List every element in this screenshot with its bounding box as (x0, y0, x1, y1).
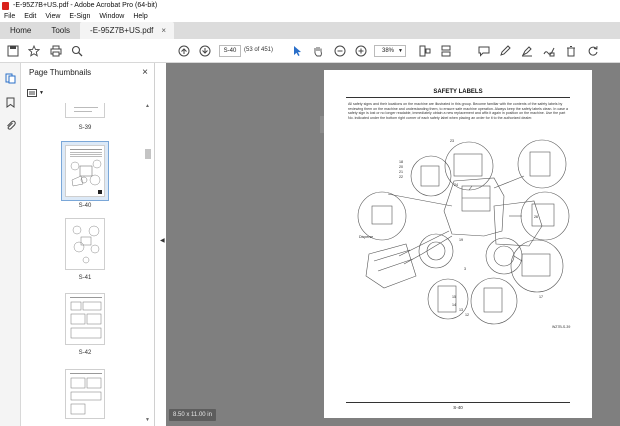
thumbnail-label: S-40 (78, 203, 92, 209)
callout-number: 20 (399, 165, 403, 169)
search-icon[interactable] (70, 44, 84, 58)
callout-number: 23 (450, 139, 454, 143)
thumbnail-s-40[interactable]: S-40 (61, 141, 109, 209)
menu-edit[interactable]: Edit (24, 13, 36, 20)
tab-bar: Home Tools -E-95Z7B+US.pdf × (0, 22, 620, 39)
safety-labels-illustration: 23 18 20 21 22 24 26 19 15 14 17 3 13 12… (357, 139, 570, 325)
scroll-down-icon[interactable]: ▼ (145, 417, 150, 423)
navigation-rail (0, 63, 21, 426)
acrobat-logo-icon (2, 1, 9, 10)
callout-number: 17 (539, 295, 543, 299)
page-size-indicator: 8.50 x 11.00 in (169, 409, 216, 421)
rotate-icon[interactable] (586, 44, 600, 58)
menu-help[interactable]: Help (133, 13, 147, 20)
thumbnail-s-39[interactable]: S-39 (65, 103, 105, 131)
document-page: SAFETY LABELS All safety signs and their… (324, 70, 592, 418)
menu-view[interactable]: View (45, 13, 60, 20)
window-title: -E-95Z7B+US.pdf - Adobe Acrobat Pro (64-… (13, 2, 158, 9)
callout-number: 24 (454, 183, 458, 187)
menu-file[interactable]: File (4, 13, 15, 20)
thumbnail-label: S-42 (78, 350, 92, 356)
illustration-label: Disperse (359, 235, 373, 239)
scroll-mode-icon[interactable] (439, 44, 453, 58)
thumbnail-scrollbar[interactable]: ▲ ▼ (145, 103, 151, 423)
callout-number: 18 (399, 160, 403, 164)
delete-icon[interactable] (564, 44, 578, 58)
zoom-out-icon[interactable] (333, 44, 347, 58)
thumbnail-page-image (65, 293, 105, 345)
highlight-icon[interactable] (520, 44, 534, 58)
callout-number: 21 (399, 170, 403, 174)
select-cursor-icon[interactable] (290, 44, 304, 58)
chevron-down-icon: ▼ (39, 89, 44, 96)
zoom-in-icon[interactable] (354, 44, 368, 58)
thumbnail-page-image (65, 103, 105, 118)
scrollbar-thumb[interactable] (145, 149, 151, 159)
callout-number: 15 (452, 295, 456, 299)
zoom-level-value: 38% (382, 48, 395, 54)
callout-number: 22 (399, 175, 403, 179)
callout-number: 26 (534, 215, 538, 219)
page-up-icon[interactable] (177, 44, 191, 58)
callout-number: 12 (465, 313, 469, 317)
page-body-text: All safety signs and their locations on … (348, 102, 568, 121)
tab-home[interactable]: Home (0, 22, 41, 39)
tab-document-label: -E-95Z7B+US.pdf (90, 26, 154, 35)
thumbnail-page-image (65, 369, 105, 419)
page-layout-icon[interactable] (418, 44, 432, 58)
page-thumbnails-panel: Page Thumbnails × ▼ ▲ ▼ S-39 S-40 S-41 S… (21, 63, 155, 426)
scroll-up-icon[interactable]: ▲ (145, 103, 150, 109)
figure-code: WZ7B-S-39 (552, 325, 571, 329)
attachments-icon[interactable] (4, 119, 17, 132)
toolbar: S-40 (53 of 451) 38% ▼ (0, 39, 620, 63)
thumbnail-page-image (65, 145, 105, 197)
callout-number: 19 (459, 238, 463, 242)
callout-number: 14 (452, 303, 456, 307)
zoom-level-input[interactable]: 38% ▼ (374, 45, 406, 57)
collapse-panel-icon[interactable]: ◀ (160, 237, 165, 244)
sign-icon[interactable] (542, 44, 556, 58)
panel-title: Page Thumbnails (29, 67, 92, 77)
pen-icon[interactable] (498, 44, 512, 58)
callout-number: 3 (464, 267, 466, 271)
menu-bar: File Edit View E-Sign Window Help (0, 11, 620, 22)
print-icon[interactable] (49, 44, 63, 58)
thumbnail-label: S-41 (78, 275, 92, 281)
page-heading: SAFETY LABELS (433, 89, 483, 95)
thumbnail-label: S-39 (78, 125, 92, 131)
page-thumbnails-icon[interactable] (4, 72, 17, 85)
footer-rule (346, 402, 570, 403)
tab-close-icon[interactable]: × (161, 26, 166, 35)
options-list-icon (27, 88, 37, 97)
comment-icon[interactable] (477, 44, 491, 58)
page-footer-number: S-40 (453, 405, 463, 410)
save-icon[interactable] (6, 44, 20, 58)
hand-icon[interactable] (311, 44, 325, 58)
page-down-icon[interactable] (198, 44, 212, 58)
tab-document[interactable]: -E-95Z7B+US.pdf × (80, 22, 175, 39)
page-number-input[interactable]: S-40 (219, 45, 241, 57)
menu-esign[interactable]: E-Sign (69, 13, 90, 20)
thumbnail-page-image (65, 218, 105, 270)
title-bar: -E-95Z7B+US.pdf - Adobe Acrobat Pro (64-… (0, 0, 620, 11)
heading-rule (346, 97, 570, 98)
thumbnail-s-42[interactable]: S-42 (65, 293, 105, 356)
callout-number: 13 (459, 308, 463, 312)
menu-window[interactable]: Window (99, 13, 124, 20)
panel-close-icon[interactable]: × (142, 67, 148, 78)
thumbnail-s-43[interactable] (65, 369, 105, 419)
bookmarks-icon[interactable] (4, 96, 17, 109)
bookmark-star-icon[interactable] (27, 44, 41, 58)
page-count: (53 of 451) (244, 47, 274, 53)
thumbnail-s-41[interactable]: S-41 (65, 218, 105, 281)
thumbnail-options-button[interactable]: ▼ (27, 87, 47, 98)
chevron-down-icon[interactable]: ▼ (398, 46, 403, 56)
tab-tools[interactable]: Tools (41, 22, 80, 39)
